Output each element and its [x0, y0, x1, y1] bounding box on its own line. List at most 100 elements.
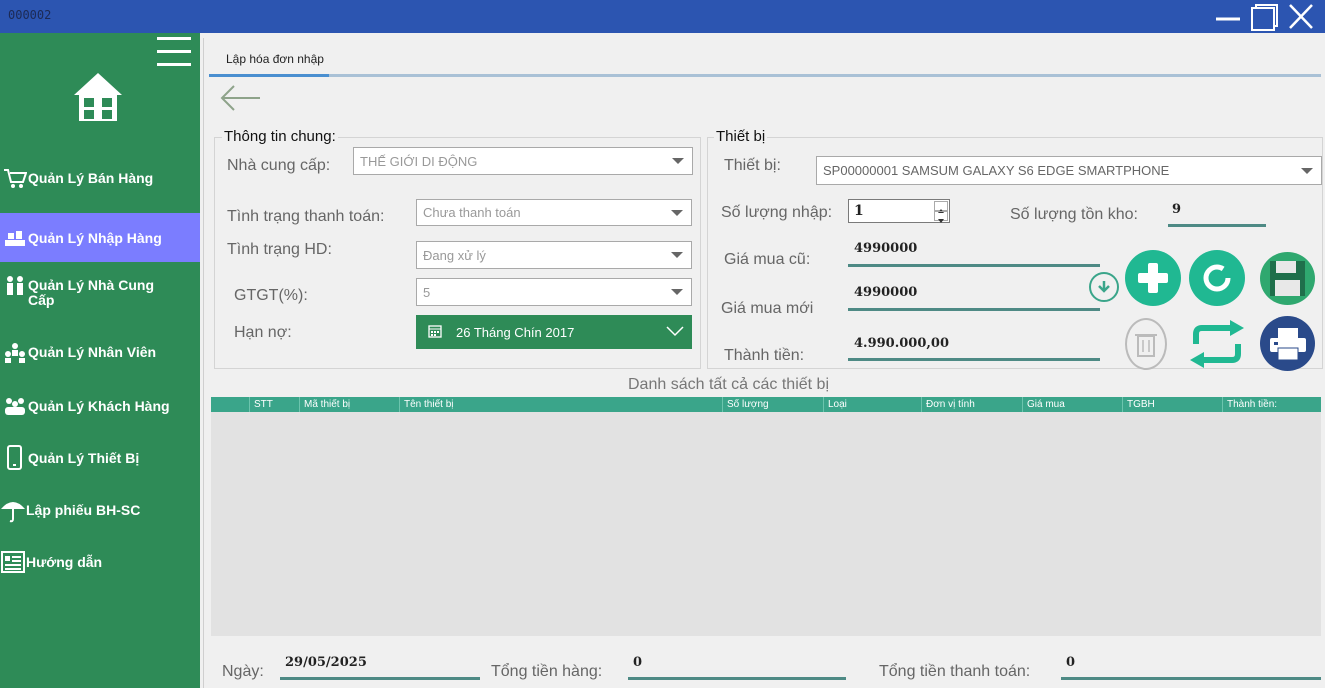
decrement-button[interactable] [934, 211, 948, 223]
download-icon[interactable] [1089, 272, 1119, 302]
minimize-button[interactable] [1210, 2, 1246, 32]
column-header[interactable]: TGBH [1122, 397, 1222, 412]
import-goods-icon [2, 225, 28, 251]
increment-button[interactable] [934, 201, 948, 213]
sidebar-item-label: Lập phiếu BH-SC [26, 502, 141, 518]
payment-status-value: Chưa thanh toán [423, 205, 521, 220]
sidebar-item-guide[interactable]: Hướng dẫn [0, 546, 200, 578]
calendar-icon [428, 324, 442, 341]
save-button[interactable] [1260, 252, 1315, 305]
back-arrow-icon[interactable] [220, 84, 262, 117]
stock-value: 9 [1172, 202, 1182, 217]
sidebar-item-import[interactable]: Quản Lý Nhập Hàng [0, 213, 200, 262]
device-select[interactable]: SP00000001 SAMSUM GALAXY S6 EDGE SMARTPH… [816, 156, 1322, 185]
guide-icon [0, 549, 26, 575]
window-title: 000002 [8, 8, 52, 22]
chevron-down-icon [671, 252, 683, 258]
date-value: 29/05/2025 [285, 655, 367, 670]
qty-stepper[interactable]: 1 [848, 199, 950, 223]
column-header[interactable]: STT [249, 397, 299, 412]
column-header[interactable]: Đơn vị tính [921, 397, 1022, 412]
invoice-status-label: Tình trạng HD: [227, 241, 332, 258]
vat-value: 5 [423, 284, 431, 300]
new-price-field[interactable]: 4990000 [848, 282, 1100, 311]
chevron-down-icon [671, 289, 683, 295]
old-price-field: 4990000 [848, 238, 1100, 267]
qty-value: 1 [854, 203, 864, 219]
device-group-title: Thiết bị [714, 128, 768, 145]
maximize-button[interactable] [1246, 2, 1282, 32]
supplier-label: Nhà cung cấp: [227, 157, 331, 174]
sidebar-item-label: Quản Lý Thiết Bị [28, 450, 140, 466]
sidebar-item-customers[interactable]: Quản Lý Khách Hàng [0, 390, 200, 422]
home-icon[interactable] [72, 71, 124, 128]
printer-icon [1269, 327, 1306, 360]
new-price-label: Giá mua mới [721, 300, 814, 317]
device-value: SP00000001 SAMSUM GALAXY S6 EDGE SMARTPH… [823, 163, 1170, 178]
qty-label: Số lượng nhập: [721, 204, 833, 221]
chevron-down-icon [672, 158, 684, 164]
due-date-picker[interactable]: 26 Tháng Chín 2017 [416, 315, 692, 349]
invoice-status-value: Đang xử lý [423, 247, 486, 263]
table-body[interactable] [211, 412, 1321, 636]
customers-icon [2, 393, 28, 419]
payment-status-select[interactable]: Chưa thanh toán [416, 199, 692, 226]
phone-icon [2, 445, 28, 471]
add-button[interactable] [1125, 250, 1181, 306]
chevron-down-icon [1301, 167, 1313, 174]
sidebar-item-supplier[interactable]: Quản Lý Nhà Cung Cấp [0, 273, 200, 313]
old-price-label: Giá mua cũ: [724, 251, 811, 268]
sidebar-item-warranty[interactable]: Lập phiếu BH-SC [0, 494, 200, 526]
pay-total-label: Tổng tiền thanh toán: [879, 663, 1031, 680]
floppy-disk-icon [1270, 261, 1305, 296]
title-bar: 000002 [0, 0, 1325, 33]
sidebar-item-sales[interactable]: Quản Lý Bán Hàng [0, 162, 200, 194]
sidebar-item-employees[interactable]: Quản Lý Nhân Viên [0, 336, 200, 368]
column-header[interactable]: Số lượng [722, 397, 823, 412]
delete-button[interactable] [1125, 318, 1167, 370]
tab-import-invoice[interactable]: Lập hóa đơn nhập [226, 52, 324, 66]
tab-underline [209, 74, 1321, 77]
old-price-value: 4990000 [854, 241, 918, 256]
due-date-value: 26 Tháng Chín 2017 [456, 324, 575, 340]
sidebar-item-label: Hướng dẫn [26, 554, 103, 570]
pay-total-field: 0 [1061, 655, 1321, 680]
invoice-status-select[interactable]: Đang xử lý [416, 241, 692, 269]
sidebar-item-label: Quản Lý Nhà Cung Cấp [28, 277, 154, 308]
goods-total-value: 0 [633, 655, 643, 670]
umbrella-icon [0, 497, 26, 523]
tab-active-indicator [209, 74, 329, 77]
menu-icon[interactable] [157, 35, 193, 74]
repeat-button[interactable] [1188, 318, 1246, 370]
cart-icon [2, 165, 28, 191]
print-button[interactable] [1260, 316, 1315, 371]
column-header[interactable]: Tên thiết bị [399, 397, 722, 412]
vat-select[interactable]: 5 [416, 278, 692, 306]
device-label: Thiết bị: [724, 157, 781, 174]
column-header[interactable]: Mã thiết bị [299, 397, 399, 412]
vat-label: GTGT(%): [234, 287, 308, 304]
due-date-label: Hạn nợ: [234, 324, 292, 341]
date-field: 29/05/2025 [280, 655, 480, 680]
sidebar-item-label: Quản Lý Nhập Hàng [28, 229, 162, 246]
goods-total-label: Tổng tiền hàng: [491, 663, 603, 680]
stock-label: Số lượng tồn kho: [1010, 206, 1138, 223]
repeat-icon [1190, 320, 1244, 368]
column-header[interactable]: Thành tiền: [1222, 397, 1321, 412]
table-header: STT Mã thiết bị Tên thiết bị Số lượng Lo… [211, 397, 1321, 412]
sidebar-item-devices[interactable]: Quản Lý Thiết Bị [0, 442, 200, 474]
column-header[interactable]: Loại [823, 397, 921, 412]
goods-total-field: 0 [628, 655, 846, 680]
pay-total-value: 0 [1066, 655, 1076, 670]
supplier-select[interactable]: THẾ GIỚI DI ĐỘNG [353, 147, 693, 175]
stock-field: 9 [1168, 199, 1266, 227]
column-header[interactable]: Giá mua [1022, 397, 1122, 412]
close-button[interactable] [1284, 2, 1320, 32]
refresh-button[interactable] [1189, 250, 1245, 306]
chevron-down-icon [666, 324, 684, 341]
total-label: Thành tiền: [724, 347, 805, 364]
new-price-value: 4990000 [854, 285, 918, 300]
chevron-down-icon [671, 209, 683, 216]
table-title: Danh sách tất cả các thiết bị [628, 376, 829, 393]
sidebar-item-label: Quản Lý Nhân Viên [28, 344, 157, 360]
